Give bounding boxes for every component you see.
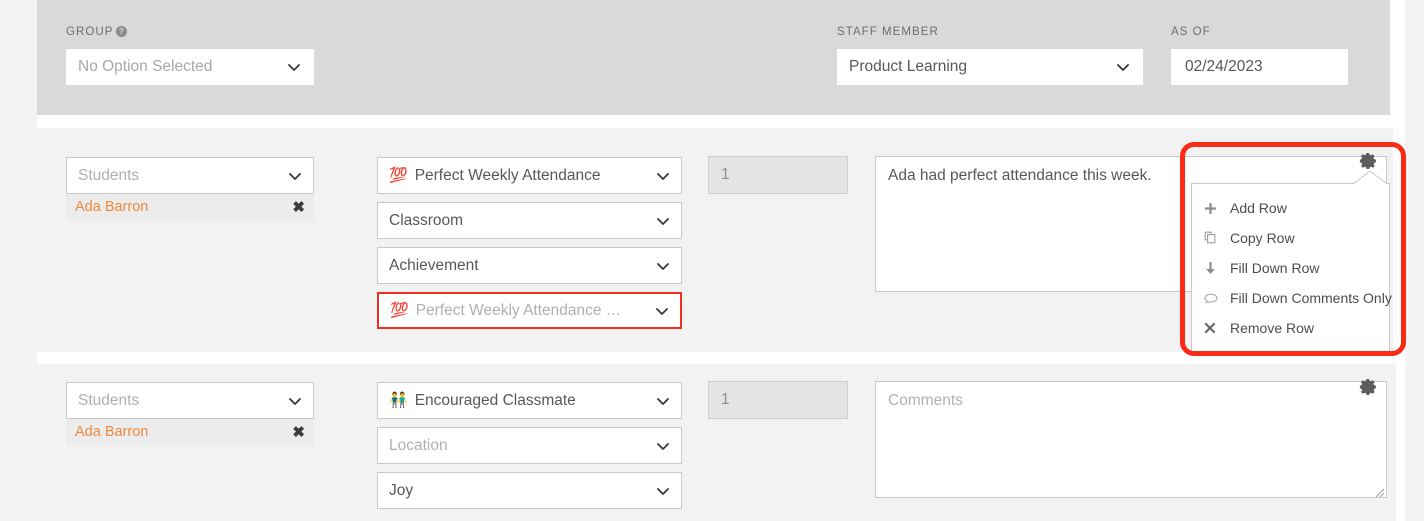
remove-student-icon[interactable]: ✖ [292,425,305,440]
selected-student-name: Ada Barron [75,199,149,215]
arrow-down-icon [1204,261,1230,275]
comment-text: Ada had perfect attendance this week. [888,167,1152,184]
chevron-down-icon [655,304,669,318]
menu-item-copy-row[interactable]: Copy Row [1192,223,1389,253]
location-select[interactable]: Classroom [377,202,682,239]
close-x-icon [1204,322,1230,334]
menu-pointer-arrow [1353,171,1387,185]
comment-placeholder: Comments [888,392,963,409]
quantity-value: 1 [721,391,730,408]
quantity-input[interactable]: 1 [708,381,848,419]
chevron-down-icon [656,259,670,273]
gear-icon [1359,379,1376,395]
speech-bubble-icon [1204,292,1230,305]
menu-item-label: Copy Row [1230,230,1295,246]
sub-behavior-select-value: Perfect Weekly Attendance … [415,301,622,319]
page-gutter-right [1405,0,1424,521]
chevron-down-icon [656,439,670,453]
menu-item-label: Fill Down Row [1230,260,1320,276]
menu-item-label: Add Row [1230,200,1287,216]
students-select[interactable]: Students [66,157,314,194]
selected-student-chip: Ada Barron ✖ [66,194,314,220]
group-select-value: No Option Selected [78,58,213,75]
menu-item-fill-down-row[interactable]: Fill Down Row [1192,253,1389,283]
group-label: GROUP? [66,26,314,38]
staff-member-label: STAFF MEMBER [837,26,939,38]
as-of-label: AS OF [1171,26,1211,38]
comment-textarea[interactable]: Comments [875,381,1387,498]
hundred-points-icon: 💯 [389,167,408,184]
resize-grip-icon[interactable] [1373,484,1385,497]
quantity-input[interactable]: 1 [708,156,848,194]
row-context-menu: Add Row Copy Row Fill Down Row Fill Down… [1191,183,1392,353]
page-gutter-left [0,0,37,521]
behavior-select[interactable]: 💯 Perfect Weekly Attendance [377,157,682,194]
location-select[interactable]: Location [377,427,682,464]
sub-behavior-select[interactable]: 💯 Perfect Weekly Attendance … [377,292,682,329]
plus-icon [1204,202,1230,215]
entry-row-1: Students Ada Barron ✖ 💯 Perfect Weekly A… [37,128,1393,352]
category-select[interactable]: Achievement [377,247,682,284]
group-select[interactable]: No Option Selected [66,49,314,85]
selected-student-chip: Ada Barron ✖ [66,419,314,445]
staff-member-select[interactable]: Product Learning [837,49,1143,85]
copy-icon [1204,231,1230,245]
chevron-down-icon [288,394,302,408]
behavior-select-value: Perfect Weekly Attendance [414,166,601,184]
category-select-value: Achievement [389,256,479,274]
question-mark-icon[interactable]: ? [116,26,128,37]
chevron-down-icon [656,214,670,228]
entry-row-2: Students Ada Barron ✖ 👬 Encouraged Class… [37,364,1396,521]
chevron-down-icon [287,60,301,74]
as-of-date-value: 02/24/2023 [1185,58,1263,75]
quantity-value: 1 [721,166,730,183]
row-settings-gear-button[interactable] [1357,150,1379,172]
as-of-date-input[interactable]: 02/24/2023 [1171,49,1348,85]
chevron-down-icon [656,169,670,183]
filter-bar: GROUP? No Option Selected STAFF MEMBER P… [37,0,1390,115]
menu-item-label: Fill Down Comments Only [1230,290,1392,306]
menu-item-label: Remove Row [1230,320,1315,336]
row-settings-gear-button[interactable] [1357,376,1379,398]
menu-item-add-row[interactable]: Add Row [1192,193,1389,223]
two-people-icon: 👬 [389,392,408,409]
students-select-placeholder: Students [78,166,140,184]
group-label-text: GROUP [66,26,114,38]
hundred-points-icon: 💯 [390,302,409,319]
behavior-select-value: Encouraged Classmate [414,391,576,409]
staff-member-field: STAFF MEMBER Product Learning [837,26,1143,85]
menu-item-fill-down-comments-only[interactable]: Fill Down Comments Only [1192,283,1392,313]
category-select[interactable]: Joy [377,472,682,509]
gear-icon [1359,153,1376,169]
chevron-down-icon [656,394,670,408]
group-field: GROUP? No Option Selected [66,26,314,85]
location-select-value: Location [389,436,448,454]
as-of-field: AS OF 02/24/2023 [1171,26,1348,85]
staff-member-select-value: Product Learning [849,58,968,75]
menu-item-remove-row[interactable]: Remove Row [1192,313,1389,343]
chevron-down-icon [288,169,302,183]
behavior-select[interactable]: 👬 Encouraged Classmate [377,382,682,419]
students-select-placeholder: Students [78,391,140,409]
location-select-value: Classroom [389,211,464,229]
category-select-value: Joy [389,481,414,499]
chevron-down-icon [1116,60,1130,74]
behavior-entry-screen: GROUP? No Option Selected STAFF MEMBER P… [0,0,1424,521]
selected-student-name: Ada Barron [75,424,149,440]
chevron-down-icon [656,484,670,498]
students-select[interactable]: Students [66,382,314,419]
remove-student-icon[interactable]: ✖ [292,200,305,215]
